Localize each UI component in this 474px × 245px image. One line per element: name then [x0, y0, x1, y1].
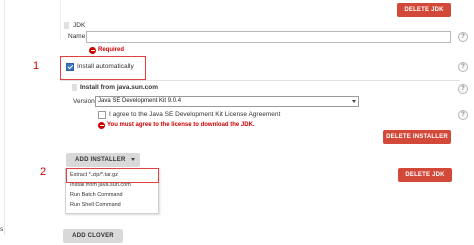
- name-input-value: [87, 41, 89, 47]
- help-icon-installer[interactable]: ?: [458, 84, 468, 94]
- help-icon-name[interactable]: ?: [458, 32, 468, 42]
- delete-jdk-button-top[interactable]: DELETE JDK: [397, 3, 451, 17]
- license-agree-checkbox[interactable]: [98, 111, 106, 119]
- annotation-box-2: [66, 168, 159, 183]
- caret-down-icon: [131, 158, 135, 161]
- menu-item-run-shell[interactable]: Run Shell Command: [66, 200, 158, 210]
- install-automatically-label: Install automatically: [77, 63, 134, 70]
- annotation-marker-2: 2: [40, 166, 47, 178]
- delete-jdk-button-bottom[interactable]: DELETE JDK: [398, 168, 452, 182]
- menu-item-run-batch[interactable]: Run Batch Command: [66, 190, 158, 200]
- name-input[interactable]: [86, 31, 451, 43]
- add-clover-button[interactable]: ADD CLOVER: [63, 229, 123, 243]
- add-installer-label: ADD INSTALLER: [75, 157, 126, 163]
- license-agree-label: I agree to the Java SE Development Kit L…: [109, 111, 281, 118]
- chevron-down-icon: [352, 99, 356, 103]
- error-icon-required: [89, 47, 96, 54]
- inner-rule: [60, 0, 61, 40]
- license-error-text: You must agree to the license to downloa…: [107, 122, 255, 128]
- jdk-section-title: JDK: [73, 22, 86, 29]
- jdk-drag-handle[interactable]: [64, 22, 69, 29]
- name-label: Name: [68, 33, 86, 40]
- annotation-marker-1: 1: [33, 60, 40, 72]
- error-icon-license: [98, 122, 105, 129]
- edge-text: s: [0, 226, 4, 233]
- required-text: Required: [98, 47, 125, 53]
- version-select[interactable]: Java SE Development Kit 9.0.4: [95, 96, 359, 107]
- help-icon-install-auto[interactable]: ?: [458, 62, 468, 72]
- install-automatically-checkbox[interactable]: [66, 63, 74, 71]
- version-label: Version: [73, 98, 95, 105]
- add-installer-button[interactable]: ADD INSTALLER: [66, 153, 140, 167]
- help-icon-license[interactable]: ?: [458, 110, 468, 120]
- installer-drag-handle[interactable]: [72, 84, 77, 91]
- version-select-value: Java SE Development Kit 9.0.4: [98, 98, 182, 104]
- left-rule: [4, 0, 5, 235]
- delete-installer-button[interactable]: DELETE INSTALLER: [383, 130, 451, 144]
- installer-title: Install from java.sun.com: [80, 84, 159, 91]
